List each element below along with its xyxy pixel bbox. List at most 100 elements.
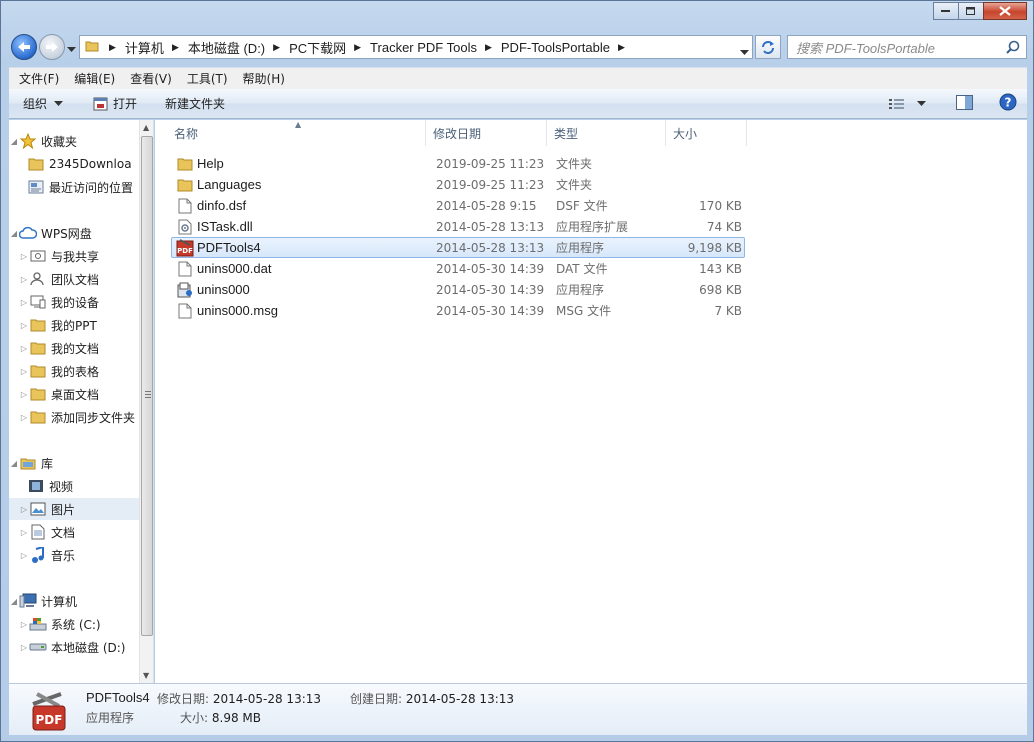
menu-edit[interactable]: 编辑(E) xyxy=(64,70,120,87)
breadcrumb-separator[interactable]: ▶ xyxy=(354,42,361,53)
nav-item-desktop-docs[interactable]: ▷ 桌面文档 xyxy=(9,383,140,405)
expand-arrow-icon[interactable]: ◢ xyxy=(9,229,19,238)
breadcrumb-separator[interactable]: ▶ xyxy=(109,42,116,53)
address-bar[interactable]: ▶ 计算机 ▶ 本地磁盘 (D:) ▶ PC下载网 ▶ Tracker PDF … xyxy=(79,35,753,59)
folder-icon xyxy=(85,39,99,56)
scroll-down-arrow-icon[interactable]: ▼ xyxy=(143,671,149,680)
nav-item-music[interactable]: ▷ 音乐 xyxy=(9,544,140,566)
nav-favorites[interactable]: ◢ 收藏夹 xyxy=(9,130,140,152)
breadcrumb-separator[interactable]: ▶ xyxy=(273,42,280,53)
minimize-button[interactable] xyxy=(933,2,959,20)
expand-arrow-icon[interactable]: ◢ xyxy=(9,137,19,146)
expand-arrow-icon[interactable]: ◢ xyxy=(9,459,19,468)
nav-libraries[interactable]: ◢ 库 xyxy=(9,452,140,474)
file-date: 2014-05-28 9:15 xyxy=(436,198,537,213)
address-history-dropdown[interactable] xyxy=(740,44,749,59)
menu-help[interactable]: 帮助(H) xyxy=(233,70,290,87)
file-row[interactable]: dinfo.dsf 2014-05-28 9:15 DSF 文件 170 KB xyxy=(171,195,745,216)
expand-arrow-icon[interactable]: ▷ xyxy=(19,367,29,376)
close-button[interactable] xyxy=(983,2,1027,20)
help-button[interactable]: ? xyxy=(999,93,1017,114)
nav-item-videos[interactable]: 视频 xyxy=(9,475,140,497)
column-header-name[interactable]: 名称 xyxy=(167,120,426,146)
nav-label: 桌面文档 xyxy=(51,387,100,402)
breadcrumb-item[interactable]: 本地磁盘 (D:) xyxy=(188,38,265,57)
nav-item-my-ppt[interactable]: ▷ 我的PPT xyxy=(9,314,140,336)
breadcrumb-item[interactable]: 计算机 xyxy=(125,38,164,57)
forward-button[interactable] xyxy=(39,34,65,60)
breadcrumb-item[interactable]: PDF-ToolsPortable xyxy=(501,40,610,55)
expand-arrow-icon[interactable]: ▷ xyxy=(19,321,29,330)
expand-arrow-icon[interactable]: ▷ xyxy=(19,275,29,284)
nav-wps-drive[interactable]: ◢ WPS网盘 xyxy=(9,222,140,244)
nav-item-drive-c[interactable]: ▷ 系统 (C:) xyxy=(9,613,140,635)
nav-label: 视频 xyxy=(49,479,74,494)
expand-arrow-icon[interactable]: ▷ xyxy=(19,505,29,514)
expand-arrow-icon[interactable]: ▷ xyxy=(19,643,29,652)
file-row[interactable]: ISTask.dll 2014-05-28 13:13 应用程序扩展 74 KB xyxy=(171,216,745,237)
expand-arrow-icon[interactable]: ▷ xyxy=(19,528,29,537)
breadcrumb-separator[interactable]: ▶ xyxy=(618,42,625,53)
breadcrumb-separator[interactable]: ▶ xyxy=(485,42,492,53)
expand-arrow-icon[interactable]: ▷ xyxy=(19,252,29,261)
maximize-button[interactable] xyxy=(958,2,984,20)
scrollbar-thumb[interactable] xyxy=(141,136,153,636)
expand-arrow-icon[interactable]: ▷ xyxy=(19,413,29,422)
file-row[interactable]: unins000 2014-05-30 14:39 应用程序 698 KB xyxy=(171,279,745,300)
organize-button[interactable]: 组织 xyxy=(15,92,71,116)
recent-pages-dropdown[interactable] xyxy=(67,42,76,56)
change-view-button[interactable] xyxy=(889,98,926,110)
back-button[interactable] xyxy=(11,34,37,60)
column-header-type[interactable]: 类型 xyxy=(547,120,666,146)
details-modified-label: 修改日期: xyxy=(157,692,210,706)
menu-file[interactable]: 文件(F) xyxy=(9,70,64,87)
nav-item-my-sheets[interactable]: ▷ 我的表格 xyxy=(9,360,140,382)
file-row[interactable]: Help 2019-09-25 11:23 文件夹 xyxy=(171,153,745,174)
breadcrumb-item[interactable]: Tracker PDF Tools xyxy=(370,40,477,55)
file-row[interactable]: Languages 2019-09-25 11:23 文件夹 xyxy=(171,174,745,195)
nav-item-documents[interactable]: ▷ 文档 xyxy=(9,521,140,543)
nav-item-my-docs[interactable]: ▷ 我的文档 xyxy=(9,337,140,359)
file-name: dinfo.dsf xyxy=(197,198,247,213)
search-input[interactable]: 搜索 PDF-ToolsPortable xyxy=(787,35,1027,59)
nav-item-recent-places[interactable]: 最近访问的位置 xyxy=(9,176,140,198)
search-icon[interactable] xyxy=(1006,40,1020,57)
nav-label: 我的PPT xyxy=(51,318,97,333)
menu-tools[interactable]: 工具(T) xyxy=(177,70,233,87)
nav-item-add-sync-folder[interactable]: ▷ 添加同步文件夹 xyxy=(9,406,140,428)
folder-icon xyxy=(29,363,47,379)
nav-computer[interactable]: ◢ 计算机 xyxy=(9,590,140,612)
nav-item-pictures[interactable]: ▷ 图片 xyxy=(9,498,140,520)
column-header-date[interactable]: 修改日期 xyxy=(426,120,547,146)
file-row[interactable]: unins000.dat 2014-05-30 14:39 DAT 文件 143… xyxy=(171,258,745,279)
open-button[interactable]: 打开 xyxy=(85,92,145,116)
nav-item-shared-with-me[interactable]: ▷ 与我共享 xyxy=(9,245,140,267)
nav-item-2345downloads[interactable]: 2345Downloa xyxy=(9,153,140,175)
details-created-value: 2014-05-28 13:13 xyxy=(405,692,515,706)
menu-view[interactable]: 查看(V) xyxy=(120,70,177,87)
breadcrumb-separator[interactable]: ▶ xyxy=(172,42,179,53)
file-type: 应用程序扩展 xyxy=(556,220,629,234)
scroll-up-arrow-icon[interactable]: ▲ xyxy=(143,123,149,132)
nav-scrollbar[interactable]: ▲ ▼ xyxy=(139,120,153,683)
expand-arrow-icon[interactable]: ◢ xyxy=(9,597,19,606)
expand-arrow-icon[interactable]: ▷ xyxy=(19,390,29,399)
nav-item-my-devices[interactable]: ▷ 我的设备 xyxy=(9,291,140,313)
nav-item-drive-d[interactable]: ▷ 本地磁盘 (D:) xyxy=(9,636,140,658)
file-size: 698 KB xyxy=(699,282,742,297)
expand-arrow-icon[interactable]: ▷ xyxy=(19,344,29,353)
expand-arrow-icon[interactable]: ▷ xyxy=(19,551,29,560)
expand-arrow-icon[interactable]: ▷ xyxy=(19,620,29,629)
preview-pane-button[interactable] xyxy=(956,94,973,113)
picture-icon xyxy=(29,501,47,517)
nav-item-team-docs[interactable]: ▷ 团队文档 xyxy=(9,268,140,290)
column-header-size[interactable]: 大小 xyxy=(666,120,747,146)
breadcrumb-item[interactable]: PC下载网 xyxy=(289,38,346,57)
new-folder-button[interactable]: 新建文件夹 xyxy=(157,92,233,116)
file-date: 2019-09-25 11:23 xyxy=(436,177,545,192)
file-row-selected[interactable]: PDF PDFTools4 2014-05-28 13:13 应用程序 9,198… xyxy=(171,237,745,258)
refresh-button[interactable] xyxy=(755,35,781,59)
expand-arrow-icon[interactable]: ▷ xyxy=(19,298,29,307)
file-size: 74 KB xyxy=(706,219,742,234)
file-row[interactable]: unins000.msg 2014-05-30 14:39 MSG 文件 7 K… xyxy=(171,300,745,321)
